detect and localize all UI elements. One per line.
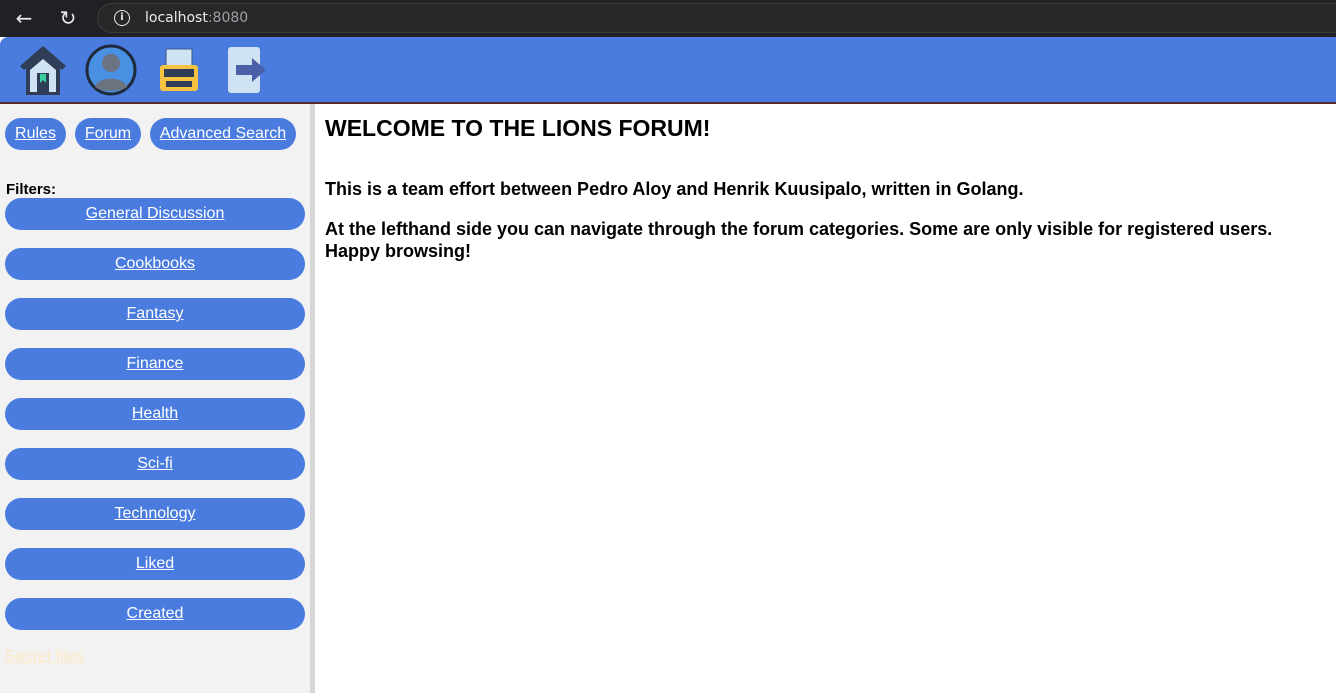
category-finance[interactable]: Finance [5, 348, 305, 380]
intro-paragraph: This is a team effort between Pedro Aloy… [325, 179, 1024, 199]
reload-icon[interactable]: ↻ [56, 6, 80, 30]
category-sci-fi[interactable]: Sci-fi [5, 448, 305, 480]
category-health[interactable]: Health [5, 398, 305, 430]
address-text[interactable]: localhost:8080 [145, 10, 248, 26]
category-cookbooks[interactable]: Cookbooks [5, 248, 305, 280]
filters-label: Filters: [6, 181, 57, 198]
category-technology[interactable]: Technology [5, 498, 305, 530]
category-fantasy[interactable]: Fantasy [5, 298, 305, 330]
forum-link[interactable]: Forum [75, 118, 141, 150]
site-info-icon[interactable]: i [114, 10, 130, 26]
advanced-search-link[interactable]: Advanced Search [150, 118, 296, 150]
back-arrow-icon[interactable]: ← [12, 6, 36, 30]
home-icon[interactable] [16, 43, 70, 97]
rules-link[interactable]: Rules [5, 118, 66, 150]
filter-created[interactable]: Created [5, 598, 305, 630]
app-header [0, 37, 1336, 104]
typewriter-icon[interactable] [152, 43, 206, 97]
navigation-paragraph: At the lefthand side you can navigate th… [325, 219, 1273, 261]
browser-toolbar: ← ↻ i localhost:8080 [0, 0, 1336, 37]
category-general-discussion[interactable]: General Discussion [5, 198, 305, 230]
filter-liked[interactable]: Liked [5, 548, 305, 580]
url-host: localhost [145, 10, 208, 26]
secret-files-link[interactable]: Secret files [5, 648, 84, 666]
address-bar[interactable]: i localhost:8080 [97, 3, 1336, 33]
sidebar-divider [310, 104, 315, 693]
profile-icon[interactable] [84, 43, 138, 97]
logout-icon[interactable] [220, 43, 274, 97]
url-port: :8080 [207, 10, 249, 26]
page-title: WELCOME TO THE LIONS FORUM! [325, 115, 711, 141]
